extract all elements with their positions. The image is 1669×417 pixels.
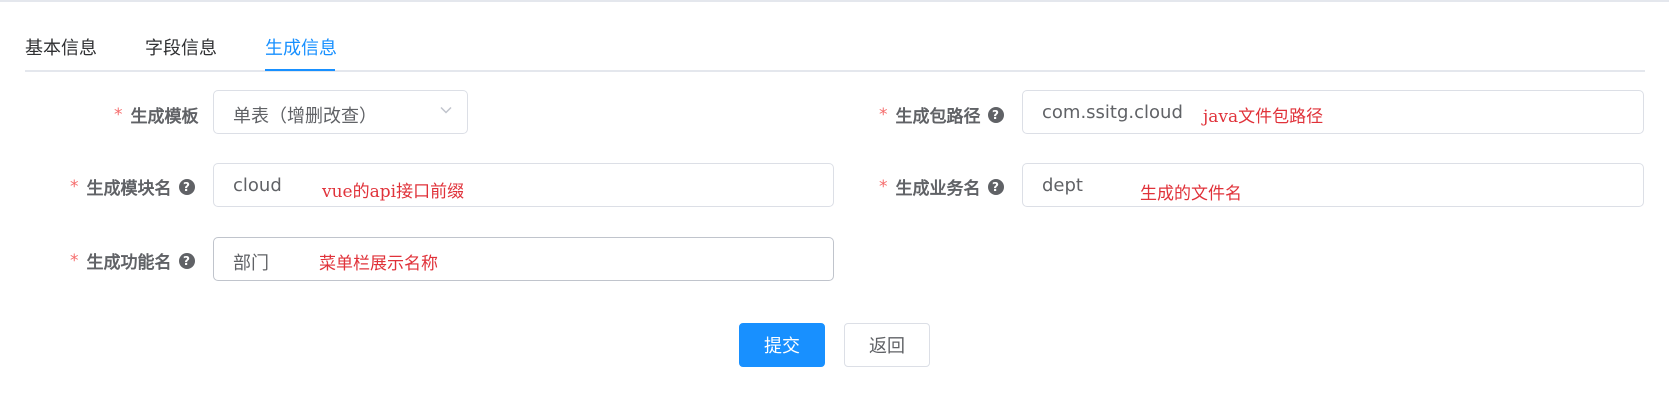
question-circle-icon[interactable]: ?	[178, 178, 195, 195]
template-label: * 生成模板	[114, 102, 199, 128]
question-circle-icon[interactable]: ?	[178, 252, 195, 269]
required-mark: *	[879, 176, 888, 197]
business-label: * 生成业务名 ?	[879, 174, 1004, 199]
module-input[interactable]: cloud vue的api接口前缀	[213, 163, 834, 207]
package-input-value: com.ssitg.cloud	[1042, 102, 1183, 123]
template-select[interactable]: 单表（增删改查）	[213, 90, 468, 134]
package-label-text: 生成包路径	[895, 107, 981, 127]
tab-generate-info[interactable]: 生成信息	[265, 34, 337, 60]
function-label-text: 生成功能名	[86, 253, 172, 273]
function-input[interactable]: 部门 菜单栏展示名称	[213, 237, 834, 281]
required-mark: *	[879, 104, 888, 125]
template-label-text: 生成模板	[130, 107, 199, 127]
business-input[interactable]: dept 生成的文件名	[1022, 163, 1644, 207]
question-circle-icon[interactable]: ?	[987, 178, 1004, 195]
module-annotation: vue的api接口前缀	[322, 182, 465, 202]
required-mark: *	[114, 104, 123, 125]
chevron-down-icon	[440, 106, 452, 114]
module-label-text: 生成模块名	[86, 179, 172, 199]
submit-button[interactable]: 提交	[739, 323, 825, 367]
function-annotation: 菜单栏展示名称	[319, 254, 438, 274]
function-label: * 生成功能名 ?	[70, 248, 195, 273]
package-input[interactable]: com.ssitg.cloud java文件包路径	[1022, 90, 1644, 134]
business-annotation: 生成的文件名	[1140, 184, 1242, 204]
function-input-value: 部门	[233, 253, 269, 274]
template-select-value: 单表（增删改查）	[233, 106, 377, 127]
back-button[interactable]: 返回	[844, 323, 930, 367]
business-label-text: 生成业务名	[895, 179, 981, 199]
module-label: * 生成模块名 ?	[70, 174, 195, 199]
tab-bar: 基本信息 字段信息 生成信息	[25, 2, 1645, 72]
tab-basic-info[interactable]: 基本信息	[25, 34, 97, 60]
question-circle-icon[interactable]: ?	[987, 106, 1004, 123]
business-input-value: dept	[1042, 175, 1083, 196]
required-mark: *	[70, 176, 79, 197]
required-mark: *	[70, 250, 79, 271]
module-input-value: cloud	[233, 175, 282, 196]
tab-field-info[interactable]: 字段信息	[145, 34, 217, 60]
package-annotation: java文件包路径	[1203, 107, 1324, 127]
package-label: * 生成包路径 ?	[879, 102, 1004, 127]
active-tab-indicator	[265, 69, 335, 71]
